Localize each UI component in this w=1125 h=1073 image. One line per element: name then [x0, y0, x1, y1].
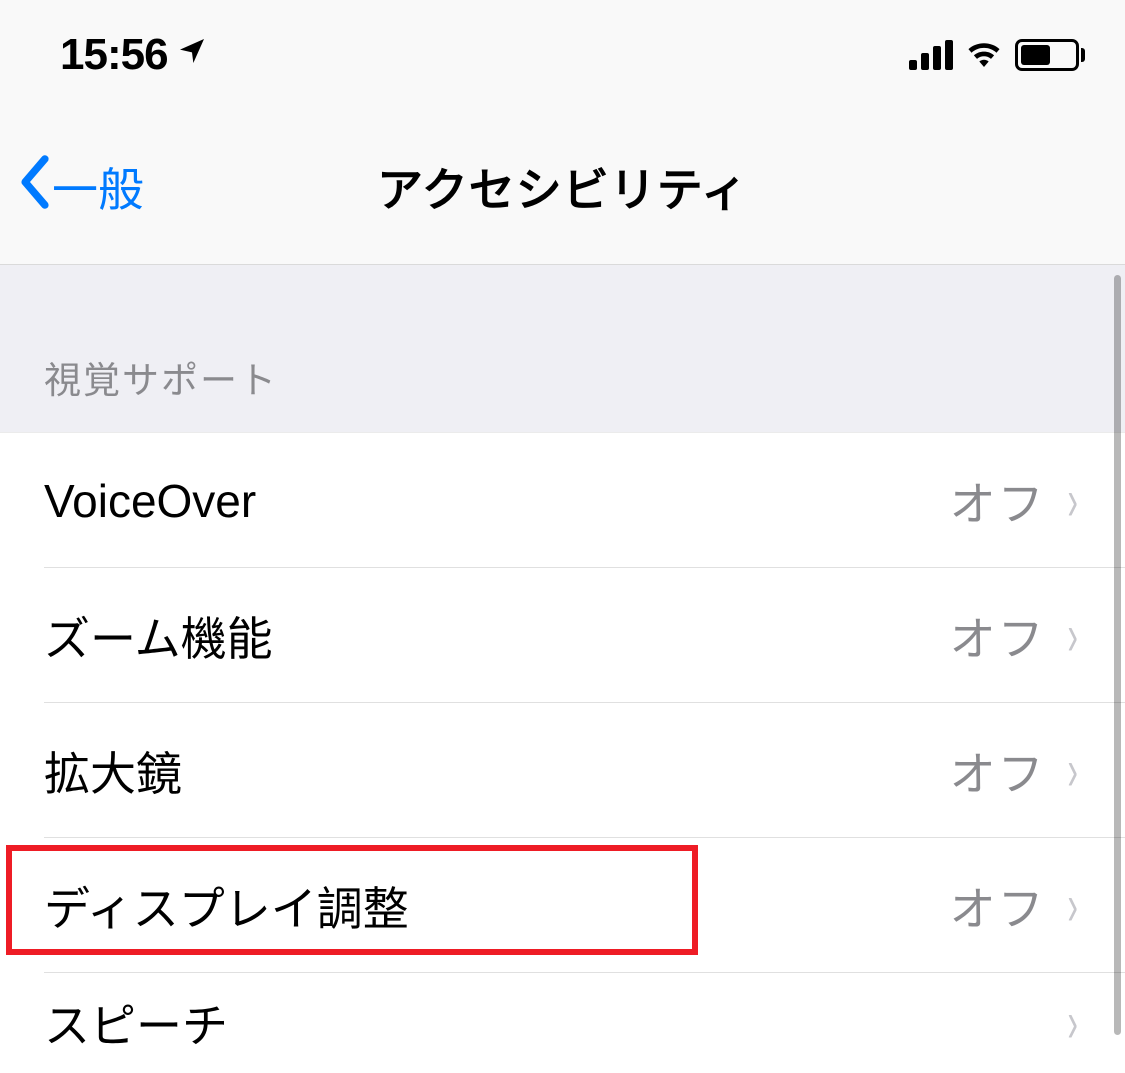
- section-header: 視覚サポート: [0, 265, 1125, 432]
- cellular-signal-icon: [909, 40, 953, 70]
- row-label: 拡大鏡: [44, 738, 950, 804]
- back-label: 一般: [52, 154, 144, 220]
- row-label: ディスプレイ調整: [44, 873, 950, 939]
- back-button[interactable]: 一般: [18, 154, 144, 221]
- chevron-right-icon: ›: [1067, 990, 1077, 1056]
- row-value: オフ: [950, 873, 1046, 939]
- row-magnifier[interactable]: 拡大鏡 オフ ›: [0, 703, 1125, 838]
- status-left: 15:56: [60, 30, 208, 80]
- row-zoom[interactable]: ズーム機能 オフ ›: [0, 568, 1125, 703]
- row-display-accommodations[interactable]: ディスプレイ調整 オフ ›: [0, 838, 1125, 973]
- row-value: オフ: [950, 738, 1046, 804]
- chevron-left-icon: [18, 154, 52, 221]
- chevron-right-icon: ›: [1067, 873, 1077, 939]
- row-speech[interactable]: スピーチ ›: [0, 973, 1125, 1073]
- row-label: スピーチ: [44, 990, 1046, 1056]
- row-label: ズーム機能: [44, 603, 950, 669]
- nav-bar: 一般 アクセシビリティ: [0, 110, 1125, 265]
- row-voiceover[interactable]: VoiceOver オフ ›: [0, 433, 1125, 568]
- settings-list: VoiceOver オフ › ズーム機能 オフ › 拡大鏡 オフ › ディスプレ…: [0, 432, 1125, 1073]
- scrollbar[interactable]: [1114, 275, 1121, 1035]
- chevron-right-icon: ›: [1067, 603, 1077, 669]
- status-right: [909, 39, 1085, 72]
- location-icon: [176, 34, 208, 76]
- battery-icon: [1015, 39, 1085, 71]
- row-value: オフ: [950, 468, 1046, 534]
- status-time: 15:56: [60, 30, 168, 80]
- page-title: アクセシビリティ: [377, 154, 748, 220]
- status-bar: 15:56: [0, 0, 1125, 110]
- wifi-icon: [965, 39, 1003, 72]
- chevron-right-icon: ›: [1067, 738, 1077, 804]
- chevron-right-icon: ›: [1067, 468, 1077, 534]
- row-value: オフ: [950, 603, 1046, 669]
- row-label: VoiceOver: [44, 474, 950, 528]
